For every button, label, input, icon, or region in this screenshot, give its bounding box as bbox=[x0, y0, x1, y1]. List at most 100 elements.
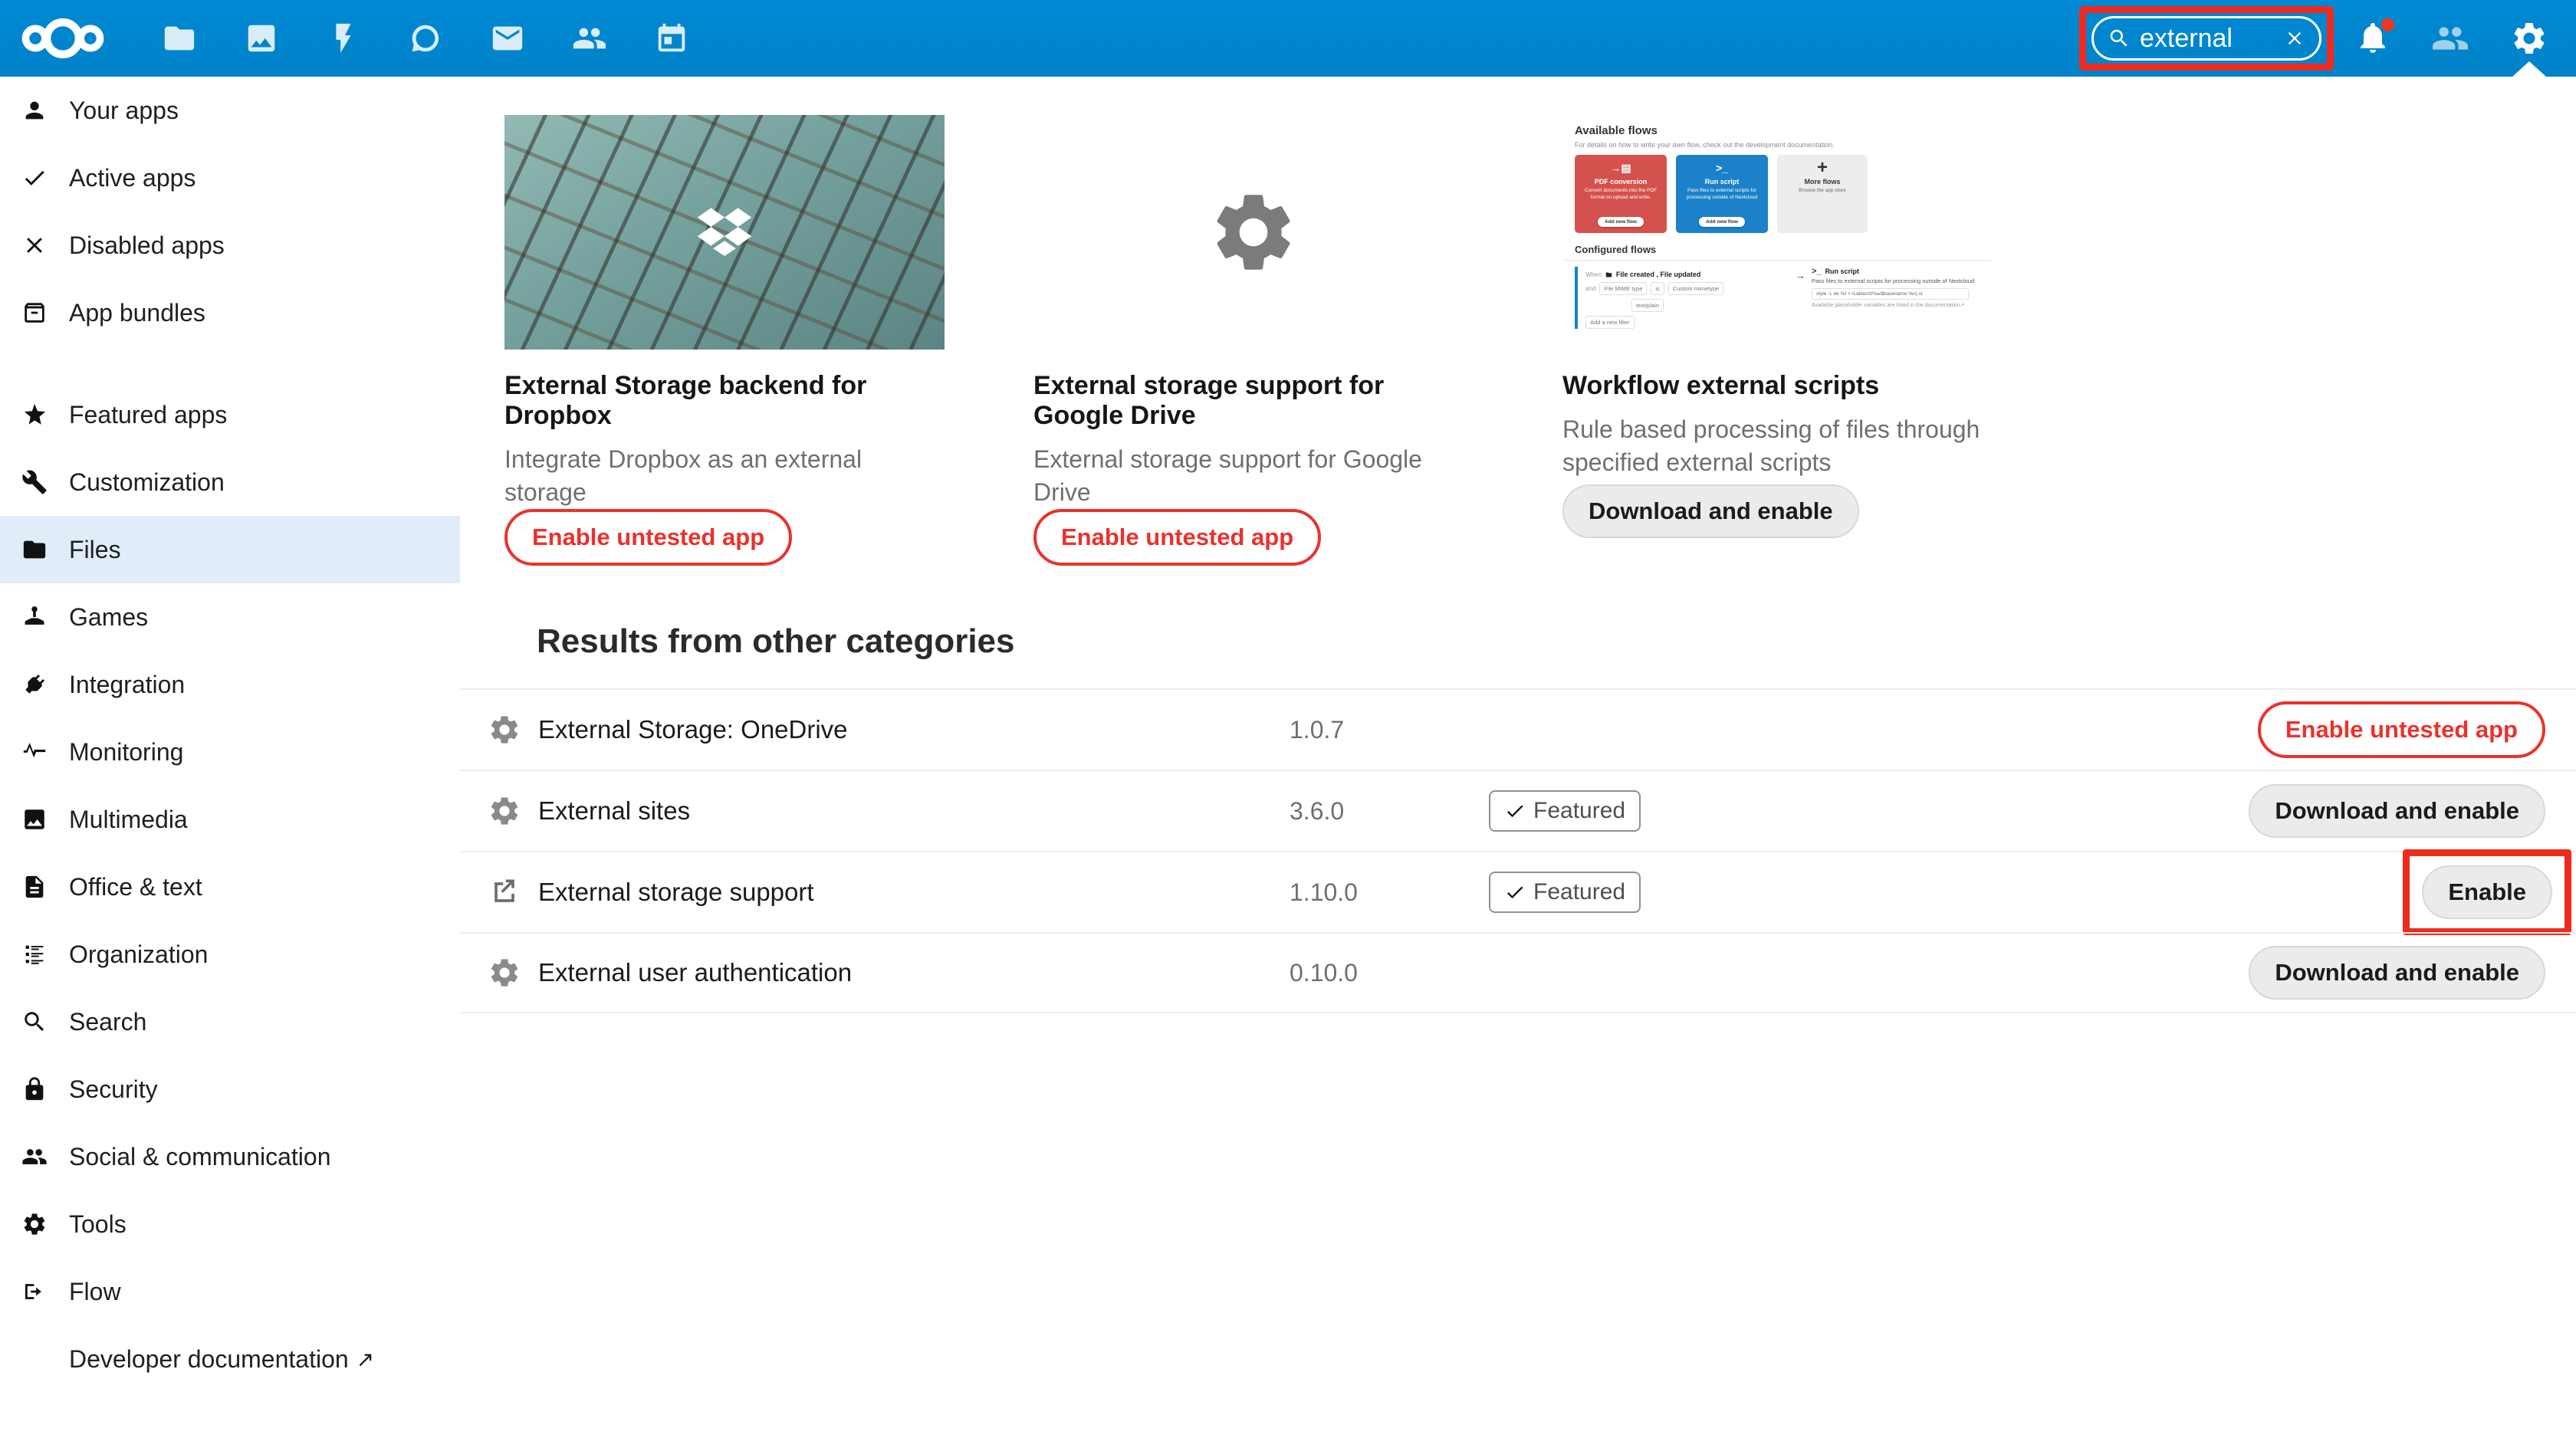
dropbox-logo-icon bbox=[678, 202, 770, 263]
check-icon bbox=[1504, 800, 1526, 822]
sidebar-item-customization[interactable]: Customization bbox=[0, 448, 460, 516]
gear-icon bbox=[488, 956, 521, 990]
unified-search-input[interactable]: external bbox=[2091, 16, 2321, 61]
topbar-activity-icon[interactable] bbox=[302, 0, 384, 77]
topbar-contacts-icon[interactable] bbox=[548, 0, 630, 77]
sidebar-item-organization[interactable]: Organization bbox=[0, 921, 460, 988]
topbar-calendar-icon[interactable] bbox=[630, 0, 712, 77]
annotation-box-enable: Enable bbox=[2403, 849, 2571, 935]
app-row-version: 0.10.0 bbox=[1290, 959, 1489, 987]
sidebar-item-label: Security bbox=[69, 1075, 158, 1104]
preview-when-label: When bbox=[1585, 271, 1602, 278]
enable-button[interactable]: Enable bbox=[2422, 865, 2552, 919]
terminal-icon: >_ bbox=[1716, 161, 1728, 175]
app-row-external-storage-support[interactable]: External storage support 1.10.0 Featured… bbox=[460, 851, 2576, 932]
preview-filter-field: File MIME type bbox=[1599, 282, 1647, 295]
preview-card-title: Run script bbox=[1705, 178, 1740, 185]
enable-untested-app-button[interactable]: Enable untested app bbox=[1033, 509, 1321, 566]
app-row-external-user-authentication[interactable]: External user authentication 0.10.0 Down… bbox=[460, 932, 2576, 1013]
app-row-version: 3.6.0 bbox=[1290, 797, 1489, 826]
list-icon bbox=[21, 941, 48, 967]
sidebar-item-multimedia[interactable]: Multimedia bbox=[0, 786, 460, 853]
lock-icon bbox=[21, 1076, 48, 1102]
sidebar-item-files[interactable]: Files bbox=[0, 516, 460, 583]
magnifier-icon bbox=[21, 1009, 48, 1035]
sidebar-item-security[interactable]: Security bbox=[0, 1056, 460, 1123]
sidebar-item-search[interactable]: Search bbox=[0, 988, 460, 1056]
sidebar-item-flow[interactable]: Flow bbox=[0, 1258, 460, 1325]
sidebar-item-label: Organization bbox=[69, 941, 208, 969]
preview-card-description: Browse the app store bbox=[1799, 188, 1845, 195]
sidebar-item-games[interactable]: Games bbox=[0, 583, 460, 651]
topbar-talk-icon[interactable] bbox=[384, 0, 466, 77]
topbar-app-nav bbox=[138, 0, 712, 77]
sidebar-item-tools[interactable]: Tools bbox=[0, 1190, 460, 1258]
sidebar-item-label: Featured apps bbox=[69, 401, 227, 429]
sidebar-item-active-apps[interactable]: Active apps bbox=[0, 144, 460, 212]
pulse-icon bbox=[21, 739, 48, 765]
results-heading: Results from other categories bbox=[537, 622, 1015, 661]
settings-gear-icon[interactable] bbox=[2510, 19, 2548, 57]
dropbox-screenshot-image bbox=[504, 115, 945, 350]
download-and-enable-button[interactable]: Download and enable bbox=[1562, 484, 1859, 538]
featured-badge: Featured bbox=[1489, 872, 1641, 913]
topbar-mail-icon[interactable] bbox=[466, 0, 548, 77]
sidebar-item-label: Customization bbox=[69, 468, 225, 497]
search-result-cards: External Storage backend for Dropbox Int… bbox=[504, 115, 2003, 538]
sidebar-item-your-apps[interactable]: Your apps bbox=[0, 77, 460, 144]
preview-filter-op: is bbox=[1651, 282, 1664, 295]
preview-flow-cards: →▤ PDF conversion Convert documents into… bbox=[1575, 155, 1980, 233]
notifications-bell-icon[interactable] bbox=[2354, 19, 2392, 57]
preview-add-new-flow-button: Add new flow bbox=[1598, 217, 1644, 227]
arrow-right-icon: → bbox=[1796, 270, 1806, 329]
app-card-workflow-scripts[interactable]: Available flows For details on how to wr… bbox=[1562, 115, 2003, 538]
nextcloud-logo[interactable] bbox=[20, 14, 106, 63]
wrench-icon bbox=[21, 469, 48, 495]
download-and-enable-button[interactable]: Download and enable bbox=[2249, 784, 2545, 838]
preview-editor-action: → >_ Run script Pass files to external s… bbox=[1796, 267, 1980, 329]
app-row-name: External Storage: OneDrive bbox=[538, 715, 1290, 744]
flow-icon bbox=[21, 1279, 48, 1305]
sidebar-item-label: Tools bbox=[69, 1210, 127, 1239]
plug-icon bbox=[21, 671, 48, 698]
sidebar-item-social-communication[interactable]: Social & communication bbox=[0, 1123, 460, 1190]
sidebar-item-disabled-apps[interactable]: Disabled apps bbox=[0, 212, 460, 279]
app-row-name: External storage support bbox=[538, 878, 1290, 907]
sidebar-item-label: Your apps bbox=[69, 97, 179, 125]
plus-icon: + bbox=[1817, 161, 1828, 175]
preview-add-filter-input: Add a new filter bbox=[1585, 316, 1635, 329]
topbar-files-icon[interactable] bbox=[138, 0, 220, 77]
preview-action-description: Pass files to external scripts for proce… bbox=[1812, 277, 1974, 285]
annotation-box-search: external bbox=[2079, 6, 2334, 71]
app-card-dropbox[interactable]: External Storage backend for Dropbox Int… bbox=[504, 115, 945, 538]
sidebar-item-label: Integration bbox=[69, 671, 185, 699]
app-card-google-drive[interactable]: External storage support for Google Driv… bbox=[1033, 115, 1474, 538]
sidebar-item-label: Search bbox=[69, 1008, 146, 1036]
pdf-icon: →▤ bbox=[1610, 161, 1631, 175]
check-icon bbox=[1504, 882, 1526, 903]
topbar-photos-icon[interactable] bbox=[220, 0, 302, 77]
notification-dot bbox=[2381, 18, 2394, 31]
sidebar-item-integration[interactable]: Integration bbox=[0, 651, 460, 718]
sidebar-item-office-text[interactable]: Office & text bbox=[0, 853, 460, 921]
sidebar-item-app-bundles[interactable]: App bundles bbox=[0, 279, 460, 346]
app-card-description: External storage support for Google Driv… bbox=[1033, 443, 1474, 509]
sidebar-item-monitoring[interactable]: Monitoring bbox=[0, 718, 460, 786]
preview-card-title: PDF conversion bbox=[1595, 178, 1648, 185]
enable-untested-app-button[interactable]: Enable untested app bbox=[504, 509, 792, 566]
preview-filter-value: Custom mimetype bbox=[1668, 282, 1723, 295]
download-and-enable-button[interactable]: Download and enable bbox=[2249, 946, 2545, 1000]
enable-untested-app-button[interactable]: Enable untested app bbox=[2258, 701, 2545, 758]
app-row-external-storage-onedrive[interactable]: External Storage: OneDrive 1.0.7 Enable … bbox=[460, 688, 2576, 770]
app-card-title: External storage support for Google Driv… bbox=[1033, 371, 1474, 431]
clear-search-icon[interactable] bbox=[2284, 28, 2305, 49]
app-row-external-sites[interactable]: External sites 3.6.0 Featured Download a… bbox=[460, 770, 2576, 851]
preview-configured-flows-title: Configured flows bbox=[1575, 244, 1980, 255]
sidebar-item-featured-apps[interactable]: Featured apps bbox=[0, 381, 460, 448]
gear-icon bbox=[488, 713, 521, 747]
preview-card-more-flows: + More flows Browse the app store bbox=[1777, 155, 1868, 233]
contacts-menu-icon[interactable] bbox=[2431, 19, 2469, 57]
sidebar-item-label: Flow bbox=[69, 1278, 121, 1306]
results-table: External Storage: OneDrive 1.0.7 Enable … bbox=[460, 688, 2576, 1013]
sidebar-item-developer-documentation[interactable]: Developer documentation ↗ bbox=[0, 1325, 460, 1393]
